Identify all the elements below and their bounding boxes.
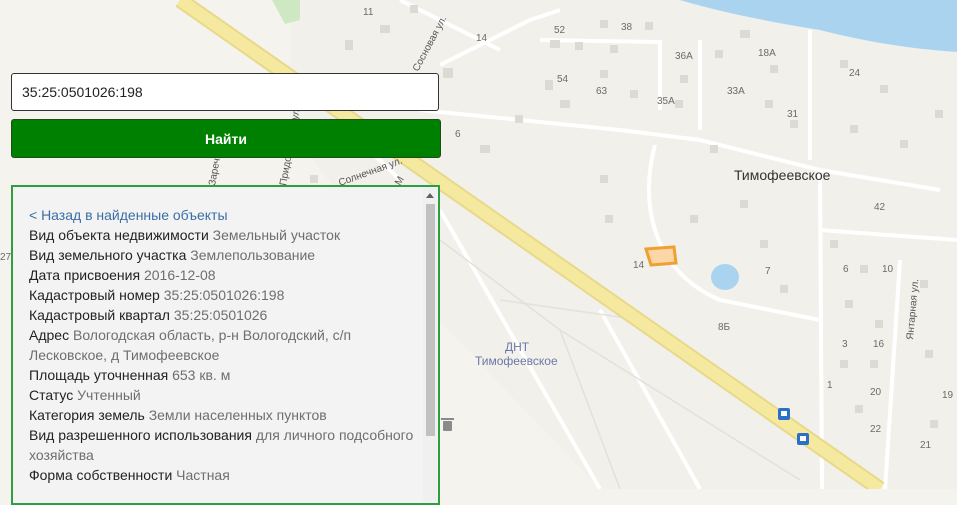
house-number-label: 18А (758, 48, 776, 59)
house-number-label: 21 (920, 440, 932, 451)
info-row-cadastral-number: Кадастровый номер 35:25:0501026:198 (29, 285, 421, 305)
place-label-timofeevskoe: Тимофеевское (734, 167, 831, 183)
house-number-label: 42 (874, 202, 886, 213)
house-number-label: 20 (870, 387, 882, 398)
info-value: 35:25:0501026 (173, 307, 268, 323)
house-number-label: 22 (870, 424, 882, 435)
info-label: Кадастровый номер (29, 287, 160, 303)
house-number-label: 19 (942, 390, 954, 401)
house-number-label: 7 (765, 266, 771, 277)
info-value: Вологодская область, р-н Вологодский, с/… (29, 327, 352, 363)
info-label: Форма собственности (29, 467, 173, 483)
info-row-assigned-date: Дата присвоения 2016-12-08 (29, 265, 421, 285)
house-number-label: 14 (633, 260, 645, 271)
info-value: Земельный участок (212, 227, 341, 243)
info-row-area: Площадь уточненная 653 кв. м (29, 365, 421, 385)
info-value: 35:25:0501026:198 (163, 287, 285, 303)
pond (711, 264, 739, 290)
house-number-label: 63 (596, 86, 608, 97)
cadastral-search-input[interactable] (11, 73, 439, 111)
house-number-label: 6 (843, 264, 849, 275)
house-number-label: 16 (873, 339, 885, 350)
info-row-permitted-use: Вид разрешенного использования для лично… (29, 425, 421, 465)
dnt-label-line2: Тимофеевское (475, 354, 558, 368)
info-label: Дата присвоения (29, 267, 141, 283)
info-label: Статус (29, 387, 74, 403)
info-label: Вид разрешенного использования (29, 427, 252, 443)
info-row-object-type: Вид объекта недвижимости Земельный участ… (29, 225, 421, 245)
house-number-label: 10 (882, 264, 894, 275)
house-number-label: 24 (849, 68, 861, 79)
house-number-label: 31 (787, 109, 799, 120)
object-info-panel: < Назад в найденные объекты Вид объекта … (11, 185, 440, 505)
info-row-ownership: Форма собственности Частная (29, 465, 421, 485)
info-label: Площадь уточненная (29, 367, 169, 383)
house-number-label: 14 (476, 33, 488, 44)
house-number-label: 52 (554, 25, 566, 36)
info-value: Частная (176, 467, 230, 483)
info-label: Кадастровый квартал (29, 307, 170, 323)
info-label: Адрес (29, 327, 70, 343)
house-number-label: 38 (621, 22, 633, 33)
house-number-label: 54 (557, 74, 569, 85)
bus-stop-icon[interactable] (778, 408, 790, 420)
house-number-label: 1 (827, 380, 833, 391)
info-row-cadastral-quarter: Кадастровый квартал 35:25:0501026 (29, 305, 421, 325)
bus-stop-icon[interactable] (797, 433, 809, 445)
dnt-label-line1: ДНТ (505, 340, 530, 354)
scroll-thumb[interactable] (426, 204, 435, 436)
info-label: Вид земельного участка (29, 247, 187, 263)
house-number-label: 3 (842, 339, 848, 350)
info-row-parcel-type: Вид земельного участка Землепользование (29, 245, 421, 265)
scroll-up-arrow-icon[interactable] (423, 189, 437, 201)
house-number-label: 27 (0, 252, 12, 263)
info-value: Землепользование (190, 247, 316, 263)
info-value: Учтенный (77, 387, 141, 403)
house-number-label: 6 (455, 129, 461, 140)
house-number-label: 8Б (718, 322, 731, 333)
info-row-address: Адрес Вологодская область, р-н Вологодск… (29, 325, 421, 365)
house-number-label: 36А (675, 51, 693, 62)
info-value: 653 кв. м (172, 367, 231, 383)
info-label: Вид объекта недвижимости (29, 227, 209, 243)
info-label: Категория земель (29, 407, 145, 423)
info-value: 2016-12-08 (143, 267, 216, 283)
info-panel-scrollbar[interactable] (423, 187, 437, 503)
info-value: Земли населенных пунктов (148, 407, 327, 423)
back-to-results-link[interactable]: < Назад в найденные объекты (29, 205, 421, 225)
info-row-land-category: Категория земель Земли населенных пункто… (29, 405, 421, 425)
house-number-label: 35А (657, 96, 675, 107)
selected-parcel[interactable] (644, 245, 678, 267)
object-info-content: < Назад в найденные объекты Вид объекта … (29, 205, 421, 485)
house-number-label: 11 (363, 7, 374, 18)
search-button[interactable]: Найти (11, 119, 441, 158)
house-number-label: 33А (727, 86, 745, 97)
info-row-status: Статус Учтенный (29, 385, 421, 405)
